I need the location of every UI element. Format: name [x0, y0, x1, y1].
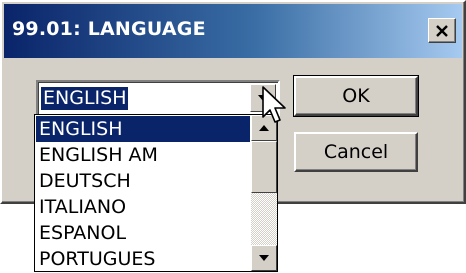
close-icon: [436, 24, 448, 37]
list-item-english[interactable]: ENGLISH: [36, 116, 250, 142]
chevron-down-icon: [258, 95, 268, 101]
language-dropdown-list[interactable]: ENGLISH ENGLISH AM DEUTSCH ITALIANO ESPA…: [34, 114, 278, 272]
combo-dropdown-button[interactable]: [250, 84, 276, 112]
window-title: 99.01: LANGUAGE: [12, 18, 206, 40]
list-item-deutsch[interactable]: DEUTSCH: [36, 168, 250, 194]
combo-selected-value: ENGLISH: [41, 87, 129, 110]
title-bar[interactable]: 99.01: LANGUAGE: [4, 4, 462, 58]
scroll-thumb[interactable]: [251, 141, 277, 193]
scroll-down-button[interactable]: [251, 245, 277, 271]
list-item-english-am[interactable]: ENGLISH AM: [36, 142, 250, 168]
ok-button[interactable]: OK: [293, 75, 419, 117]
arrow-down-icon: [259, 255, 269, 261]
dropdown-scrollbar[interactable]: [251, 115, 277, 271]
dropdown-items: ENGLISH ENGLISH AM DEUTSCH ITALIANO ESPA…: [36, 116, 250, 272]
language-combobox[interactable]: ENGLISH: [36, 80, 280, 116]
close-button[interactable]: [428, 18, 456, 43]
list-item-espanol[interactable]: ESPANOL: [36, 220, 250, 246]
cancel-button[interactable]: Cancel: [294, 132, 418, 172]
scroll-up-button[interactable]: [251, 115, 277, 141]
list-item-italiano[interactable]: ITALIANO: [36, 194, 250, 220]
list-item-portugues[interactable]: PORTUGUES: [36, 246, 250, 272]
arrow-up-icon: [259, 125, 269, 131]
